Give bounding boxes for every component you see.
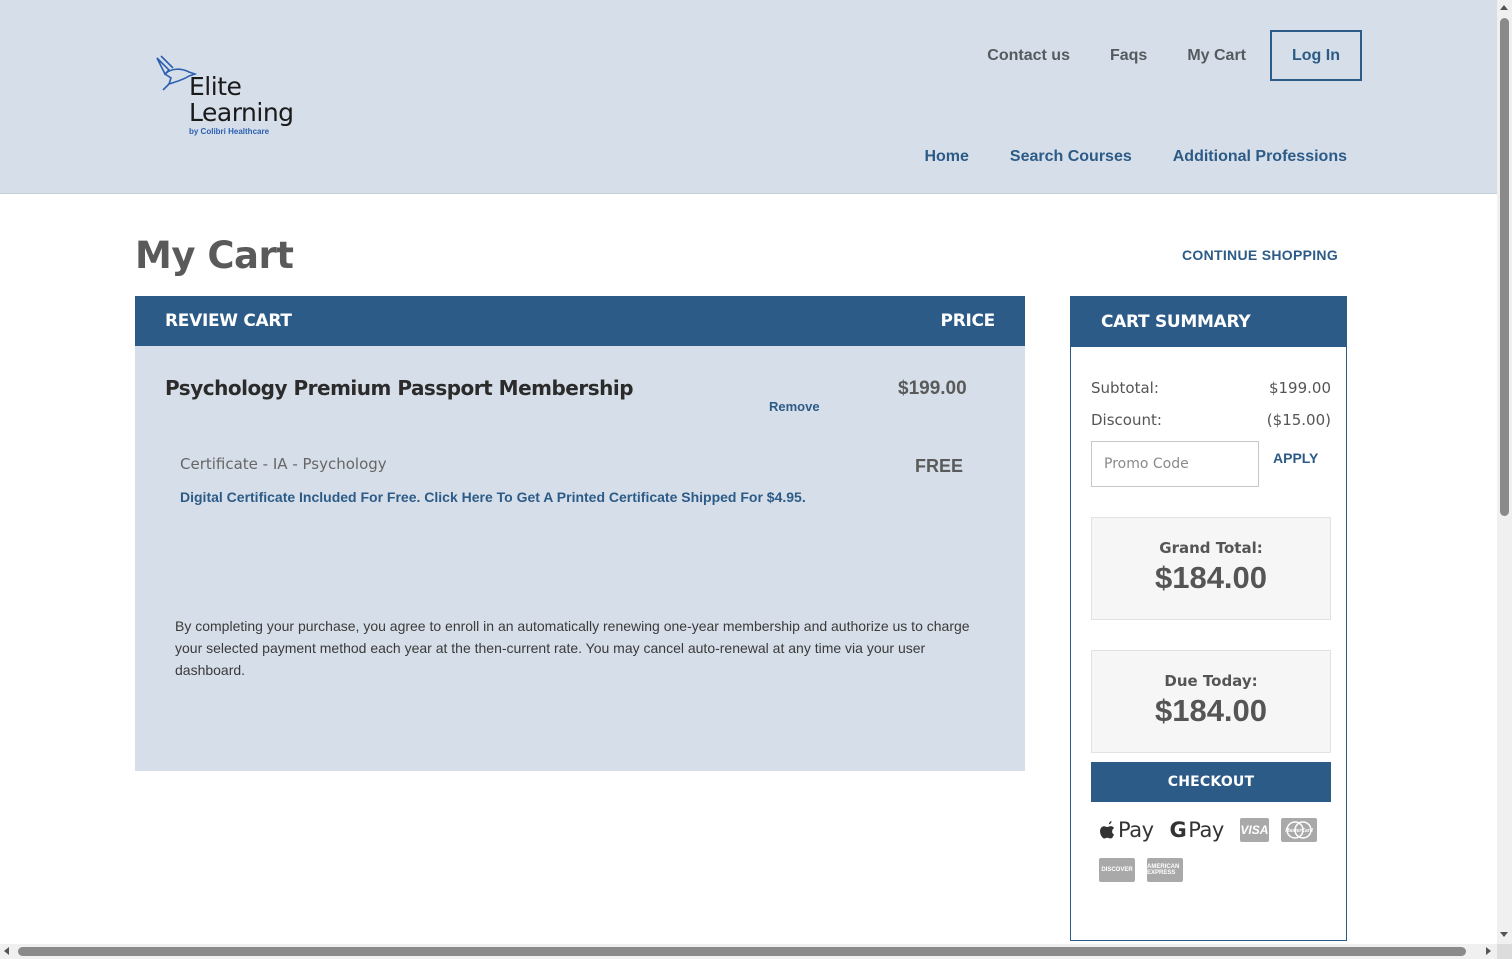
viewport: Elite Learning by Colibri Healthcare Con… (0, 0, 1512, 959)
apple-icon (1100, 821, 1115, 839)
nav-additional-professions[interactable]: Additional Professions (1173, 148, 1347, 166)
apple-pay-label: Pay (1118, 818, 1154, 842)
discover-card-icon: DISCOVER (1099, 858, 1135, 882)
nav-contact-us[interactable]: Contact us (987, 47, 1070, 65)
certificate-price: FREE (915, 456, 964, 476)
price-heading: PRICE (940, 311, 996, 331)
logo-text-learning: Learning (189, 98, 294, 127)
printed-certificate-link[interactable]: Digital Certificate Included For Free. C… (180, 489, 806, 505)
vertical-scrollbar[interactable] (1497, 0, 1512, 944)
review-cart-panel: REVIEW CART PRICE Psychology Premium Pas… (135, 296, 1025, 771)
grand-total-value: $184.00 (1154, 560, 1268, 595)
remove-item-link[interactable]: Remove (769, 399, 820, 414)
apple-pay-mark: Pay (1099, 818, 1154, 842)
due-today-label: Due Today: (1164, 672, 1258, 690)
review-cart-header: REVIEW CART PRICE (135, 296, 1025, 346)
discount-value: ($15.00) (1266, 411, 1331, 429)
utility-nav: Contact us Faqs My Cart Log In (947, 30, 1362, 81)
grand-total-label: Grand Total: (1159, 539, 1263, 557)
cart-summary-heading: CART SUMMARY (1071, 297, 1346, 347)
promo-code-input[interactable] (1091, 441, 1259, 487)
mastercard-label: MasterCard (1285, 828, 1313, 834)
scrollbar-corner (1497, 944, 1512, 959)
discount-row: Discount: ($15.00) (1091, 411, 1331, 429)
google-g-icon: G (1169, 818, 1187, 842)
payment-row-2: DISCOVER AMERICAN EXPRESS (1099, 857, 1329, 883)
scroll-down-arrow-icon[interactable] (1500, 932, 1508, 937)
main-nav: Home Search Courses Additional Professio… (883, 148, 1347, 166)
google-pay-mark: G Pay (1169, 818, 1225, 842)
login-button[interactable]: Log In (1270, 30, 1362, 81)
due-today-value: $184.00 (1154, 693, 1268, 728)
scroll-left-arrow-icon[interactable] (4, 947, 9, 955)
nav-home[interactable]: Home (924, 148, 968, 166)
certificate-name: Certificate - IA - Psychology (180, 455, 387, 473)
continue-shopping-link[interactable]: CONTINUE SHOPPING (1182, 247, 1338, 263)
logo-text-elite: Elite (189, 72, 242, 101)
cart-item-name: Psychology Premium Passport Membership (165, 376, 634, 400)
logo-byline: by Colibri Healthcare (189, 127, 270, 136)
scroll-up-arrow-icon[interactable] (1500, 5, 1508, 10)
due-today-box: Due Today: $184.00 (1091, 650, 1331, 753)
site-header: Elite Learning by Colibri Healthcare Con… (0, 0, 1497, 194)
discount-label: Discount: (1091, 411, 1162, 429)
nav-my-cart[interactable]: My Cart (1187, 47, 1246, 65)
site-logo[interactable]: Elite Learning by Colibri Healthcare (155, 52, 295, 138)
payment-row-1: Pay G Pay VISA MasterCard (1099, 817, 1329, 843)
subtotal-row: Subtotal: $199.00 (1091, 379, 1331, 397)
visa-card-icon: VISA (1239, 818, 1269, 842)
scroll-right-arrow-icon[interactable] (1486, 947, 1491, 955)
payment-methods: Pay G Pay VISA MasterCard DISCOVER AMERI… (1099, 817, 1329, 897)
subtotal-value: $199.00 (1268, 379, 1331, 397)
apply-promo-button[interactable]: APPLY (1273, 450, 1318, 466)
vertical-scroll-thumb[interactable] (1500, 18, 1509, 516)
nav-search-courses[interactable]: Search Courses (1010, 148, 1132, 166)
page-title: My Cart (135, 234, 294, 277)
horizontal-scroll-thumb[interactable] (18, 947, 1466, 956)
google-pay-label: Pay (1188, 818, 1224, 842)
review-cart-heading: REVIEW CART (165, 311, 292, 331)
cart-item-price: $199.00 (898, 378, 967, 399)
horizontal-scrollbar[interactable] (0, 944, 1497, 959)
mastercard-card-icon: MasterCard (1281, 818, 1317, 842)
auto-renewal-terms: By completing your purchase, you agree t… (175, 618, 970, 678)
subtotal-label: Subtotal: (1091, 379, 1159, 397)
nav-faqs[interactable]: Faqs (1110, 47, 1147, 65)
grand-total-box: Grand Total: $184.00 (1091, 517, 1331, 620)
cart-summary-panel: CART SUMMARY Subtotal: $199.00 Discount:… (1070, 296, 1347, 941)
checkout-button[interactable]: CHECKOUT (1091, 762, 1331, 802)
amex-card-icon: AMERICAN EXPRESS (1147, 858, 1183, 882)
mastercard-circles: MasterCard (1285, 821, 1314, 839)
